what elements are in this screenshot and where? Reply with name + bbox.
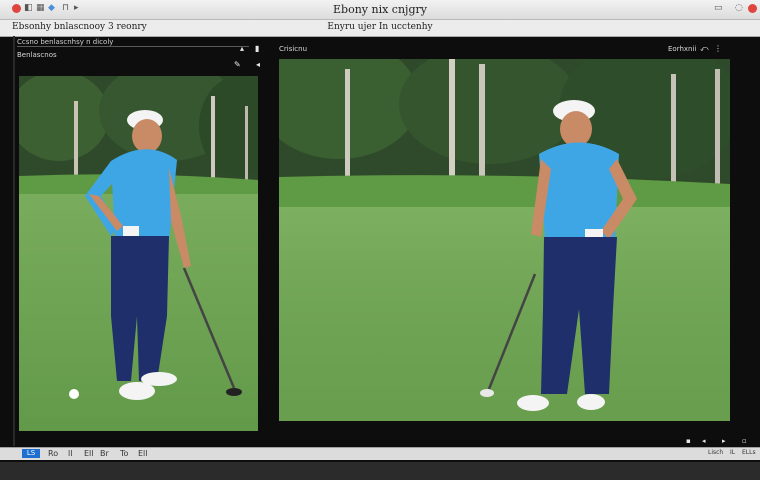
viewer-window: ◧ ▦ ◆ ⊓ ▸ Ebony nix cnjgry ▭ ◌ Ebsonhy b… — [0, 0, 760, 462]
toolbar: Ebsonhy bnlascnooy 3 reonry Enyru ujer I… — [0, 20, 760, 37]
photo-left[interactable] — [19, 76, 258, 431]
toolbar-subtitle: Enyru ujer In ucctenhy — [327, 22, 433, 32]
info-icon[interactable]: ▪ — [686, 437, 691, 445]
heart-icon[interactable]: ◂ — [702, 437, 706, 445]
star-icon[interactable]: ◂ — [256, 60, 260, 69]
photo-right[interactable] — [279, 59, 730, 421]
title-bar: ◧ ▦ ◆ ⊓ ▸ Ebony nix cnjgry ▭ ◌ — [0, 0, 760, 20]
fullscreen-icon[interactable]: ▫ — [742, 437, 747, 445]
status-right-item: IL — [730, 449, 736, 456]
status-item[interactable]: Br — [100, 449, 109, 458]
minimize-icon[interactable]: ▭ — [714, 4, 723, 13]
next-icon[interactable]: ▮ — [255, 44, 259, 53]
panel-b-right-label: Eorhxnii — [668, 45, 697, 53]
left-scrollbar[interactable] — [13, 36, 15, 446]
status-item[interactable]: Ell — [138, 449, 148, 458]
window-title: Ebony nix cnjgry — [333, 3, 427, 16]
more-icon[interactable]: ⋮ — [714, 44, 722, 53]
status-item[interactable]: ll — [68, 449, 72, 458]
close-window-icon[interactable] — [748, 4, 757, 13]
status-item[interactable]: Ell — [84, 449, 94, 458]
golfer-image-right — [279, 59, 730, 421]
trash-icon[interactable]: ▸ — [722, 437, 726, 445]
prev-icon[interactable]: ▴ — [240, 44, 244, 53]
pin-icon[interactable]: ✎ — [234, 60, 241, 69]
status-right-item: Lisch — [708, 449, 724, 456]
status-item[interactable]: To — [120, 449, 128, 458]
left-subheader: Ccsno benlascnhsy n dicoly — [17, 38, 114, 46]
panel-a-label: Benlascnos — [17, 51, 57, 59]
status-tag[interactable]: LS — [22, 449, 40, 458]
zoom-icon[interactable]: ◌ — [735, 4, 743, 13]
status-item[interactable]: Ro — [48, 449, 58, 458]
status-right-item: ELLs — [742, 449, 756, 456]
golfer-image-left — [19, 76, 258, 431]
left-divider — [17, 46, 249, 47]
panel-b-label: Crisicnu — [279, 45, 308, 53]
rotate-icon[interactable]: ⤺ — [700, 44, 709, 54]
status-bar: LS Ro ll Ell Br To Ell Lisch IL ELLs — [0, 447, 760, 460]
